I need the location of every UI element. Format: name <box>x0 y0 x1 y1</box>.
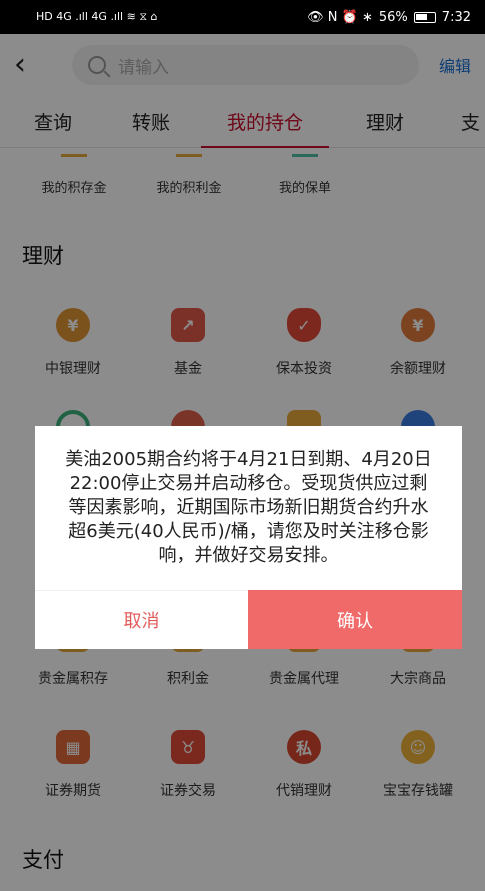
status-icons: 👁 N ⏰ ∗ <box>307 9 373 25</box>
dialog-buttons: 取消 确认 <box>35 590 462 649</box>
confirm-button[interactable]: 确认 <box>248 590 462 649</box>
signal-icons: HD 4G .ıll 4G .ıll ≋ ⧖ ⌂ <box>36 10 158 23</box>
cancel-button[interactable]: 取消 <box>35 590 248 649</box>
battery-level: 56% <box>378 9 408 25</box>
dialog-message: 美油2005期合约将于4月21日到期、4月20日22:00停止交易并启动移仓。受… <box>65 449 432 566</box>
battery-icon <box>413 11 436 23</box>
status-right: 👁 N ⏰ ∗ 56% 7:32 <box>307 10 471 25</box>
clock: 7:32 <box>441 9 471 25</box>
status-bar: HD 4G .ıll 4G .ıll ≋ ⧖ ⌂ 👁 N ⏰ ∗ 56% 7:3… <box>0 0 485 34</box>
alert-dialog: 美油2005期合约将于4月21日到期、4月20日22:00停止交易并启动移仓。受… <box>35 426 462 649</box>
status-left: HD 4G .ıll 4G .ıll ≋ ⧖ ⌂ <box>36 10 158 24</box>
